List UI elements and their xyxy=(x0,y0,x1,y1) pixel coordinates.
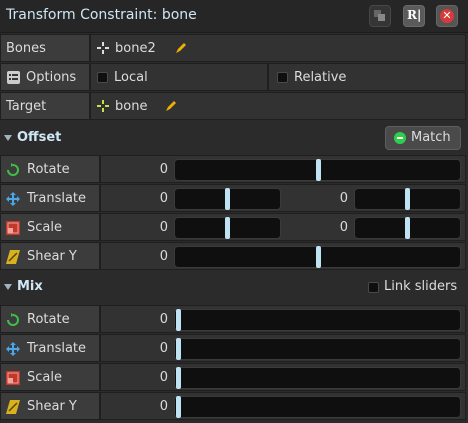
bone-icon xyxy=(97,100,109,112)
offset-scale-y-value[interactable]: 0 xyxy=(328,220,348,235)
relative-label: Relative xyxy=(294,70,347,85)
target-value-cell[interactable]: bone xyxy=(90,92,466,120)
offset-scale-x-value[interactable]: 0 xyxy=(148,220,168,235)
match-button[interactable]: Match xyxy=(385,126,461,150)
mix-scale-row: Scale 0 xyxy=(0,363,466,391)
slider-handle[interactable] xyxy=(405,188,410,210)
slider-handle[interactable] xyxy=(176,367,181,389)
rotate-icon xyxy=(7,313,19,326)
slider-handle[interactable] xyxy=(405,217,410,239)
bones-value-cell[interactable]: bone2 xyxy=(90,34,466,62)
close-button[interactable]: ✕ xyxy=(436,5,458,27)
slider-handle[interactable] xyxy=(225,188,230,210)
mix-rotate-value[interactable]: 0 xyxy=(148,312,168,327)
pencil-icon[interactable] xyxy=(175,42,187,54)
bone-icon xyxy=(97,42,109,54)
offset-translate-row: Translate 0 0 xyxy=(0,184,466,212)
window-title: Transform Constraint: bone xyxy=(6,7,197,23)
offset-shear-value[interactable]: 0 xyxy=(148,249,168,264)
mix-title: Mix xyxy=(17,279,43,294)
shear-icon xyxy=(6,250,20,264)
mix-translate-slider[interactable] xyxy=(174,338,461,360)
mix-rotate-slider[interactable] xyxy=(174,309,461,331)
offset-rotate-row: Rotate 0 xyxy=(0,155,466,183)
mix-rotate-row: Rotate 0 xyxy=(0,305,466,333)
offset-shear-slider[interactable] xyxy=(174,246,461,268)
mix-rotate-label: Rotate xyxy=(27,312,70,327)
offset-translate-y-slider[interactable] xyxy=(354,188,461,210)
bones-value[interactable]: bone2 xyxy=(115,41,156,56)
mix-shear-value[interactable]: 0 xyxy=(148,399,168,414)
scale-icon xyxy=(6,221,20,235)
slider-handle[interactable] xyxy=(225,217,230,239)
mix-shear-slider[interactable] xyxy=(174,396,461,418)
local-option[interactable]: Local xyxy=(90,63,268,91)
rename-icon: R| xyxy=(407,8,422,22)
slider-handle[interactable] xyxy=(176,338,181,360)
offset-scale-row: Scale 0 0 xyxy=(0,213,466,241)
mix-translate-label: Translate xyxy=(27,341,87,356)
chevron-down-icon[interactable] xyxy=(4,135,12,141)
offset-scale-x-slider[interactable] xyxy=(174,217,281,239)
bones-row: Bones bone2 xyxy=(0,34,466,62)
target-value[interactable]: bone xyxy=(115,99,147,114)
mix-translate-row: Translate 0 xyxy=(0,334,466,362)
translate-icon xyxy=(6,192,20,206)
offset-translate-label: Translate xyxy=(27,191,87,206)
offset-rotate-label: Rotate xyxy=(27,162,70,177)
offset-translate-y-value[interactable]: 0 xyxy=(328,191,348,206)
title-bar: Transform Constraint: bone R| ✕ xyxy=(0,0,468,33)
mix-shear-label: Shear Y xyxy=(27,399,77,414)
target-label: Target xyxy=(6,99,47,114)
mix-scale-label: Scale xyxy=(27,370,62,385)
local-label: Local xyxy=(114,70,148,85)
scale-icon xyxy=(6,371,20,385)
match-icon xyxy=(394,132,406,144)
offset-translate-x-value[interactable]: 0 xyxy=(148,191,168,206)
slider-handle[interactable] xyxy=(316,246,321,268)
offset-shear-row: Shear Y 0 xyxy=(0,242,466,270)
link-sliders-label: Link sliders xyxy=(384,279,458,294)
mix-scale-slider[interactable] xyxy=(174,367,461,389)
mix-translate-value[interactable]: 0 xyxy=(148,341,168,356)
slider-handle[interactable] xyxy=(176,309,181,331)
offset-scale-y-slider[interactable] xyxy=(354,217,461,239)
offset-rotate-value[interactable]: 0 xyxy=(148,162,168,177)
relative-option[interactable]: Relative xyxy=(268,63,466,91)
mix-shear-row: Shear Y 0 xyxy=(0,392,466,420)
shear-icon xyxy=(6,400,20,414)
options-row: Options Local Relative xyxy=(0,63,466,91)
options-icon xyxy=(7,71,20,84)
match-label: Match xyxy=(411,130,451,145)
copy-button[interactable] xyxy=(369,5,391,27)
rename-button[interactable]: R| xyxy=(403,5,425,27)
mix-scale-value[interactable]: 0 xyxy=(148,370,168,385)
link-sliders-checkbox[interactable] xyxy=(368,282,379,293)
relative-checkbox[interactable] xyxy=(277,72,288,83)
offset-scale-label: Scale xyxy=(27,220,62,235)
rotate-icon xyxy=(7,163,19,176)
slider-handle[interactable] xyxy=(316,159,321,181)
options-label: Options xyxy=(26,70,77,85)
target-row: Target bone xyxy=(0,92,466,120)
close-icon: ✕ xyxy=(440,9,454,23)
offset-shear-label: Shear Y xyxy=(27,249,77,264)
slider-handle[interactable] xyxy=(176,396,181,418)
offset-translate-x-slider[interactable] xyxy=(174,188,281,210)
mix-section-header[interactable]: Mix Link sliders xyxy=(0,273,468,301)
local-checkbox[interactable] xyxy=(97,72,108,83)
translate-icon xyxy=(6,342,20,356)
offset-rotate-slider[interactable] xyxy=(174,159,461,181)
chevron-down-icon[interactable] xyxy=(4,284,12,290)
offset-section-header[interactable]: Offset Match xyxy=(0,124,468,152)
offset-title: Offset xyxy=(17,130,62,145)
pencil-icon[interactable] xyxy=(165,100,177,112)
copy-icon xyxy=(374,10,385,21)
bones-label: Bones xyxy=(6,41,46,56)
